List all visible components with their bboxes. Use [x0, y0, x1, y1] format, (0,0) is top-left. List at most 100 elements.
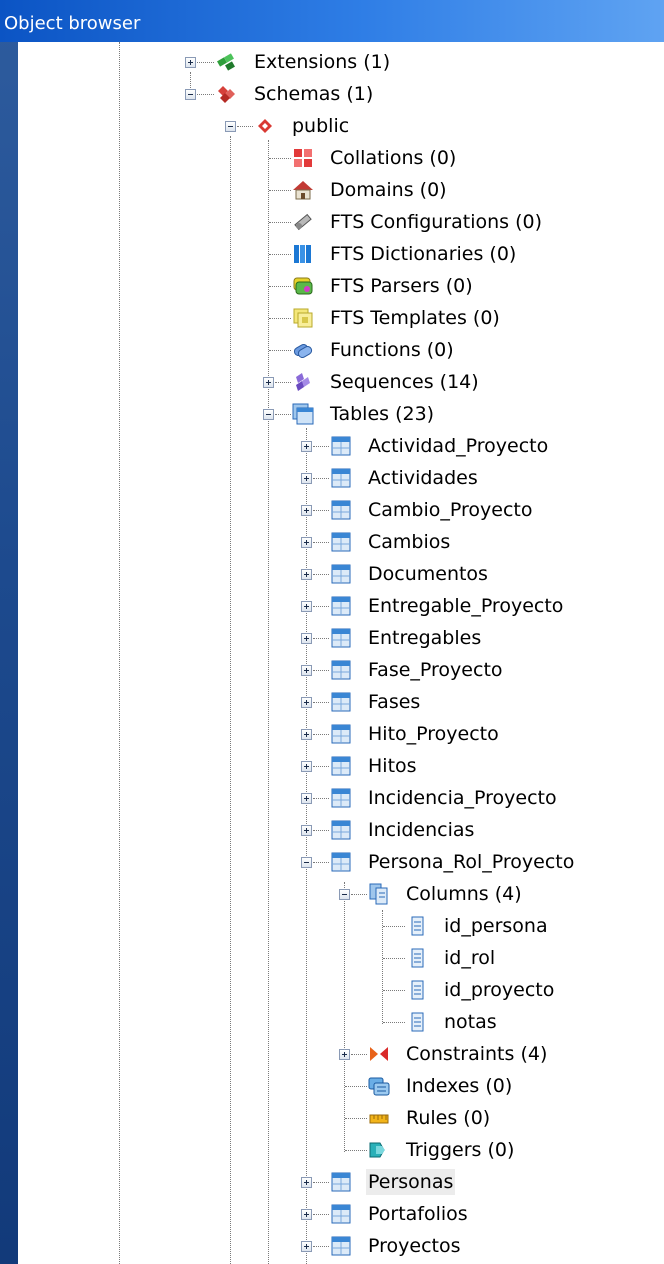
- tree-node-table[interactable]: Entregables: [18, 624, 664, 652]
- tree-node-label: notas: [444, 1011, 497, 1033]
- expand-icon[interactable]: [301, 793, 312, 804]
- tree-node-label: Rules (0): [406, 1107, 491, 1129]
- tree-node-label: Indexes (0): [406, 1075, 513, 1097]
- expand-icon[interactable]: [185, 57, 196, 68]
- tree-node-label: Documentos: [368, 563, 488, 585]
- tree-node-table[interactable]: Fases: [18, 688, 664, 716]
- table-icon: [330, 1203, 352, 1225]
- expand-icon[interactable]: [301, 665, 312, 676]
- tree-node-rules[interactable]: Rules (0): [18, 1104, 664, 1132]
- collapse-icon[interactable]: [301, 857, 312, 868]
- expand-icon[interactable]: [263, 377, 274, 388]
- tree-node-table[interactable]: Actividades: [18, 464, 664, 492]
- expand-icon[interactable]: [301, 697, 312, 708]
- expand-icon[interactable]: [301, 537, 312, 548]
- tree-node-columns[interactable]: Columns (4): [18, 880, 664, 908]
- schema-icon: [254, 115, 276, 137]
- tree-node-label: Cambio_Proyecto: [368, 499, 533, 521]
- tree-node-label: FTS Templates (0): [330, 307, 500, 329]
- tree-node-triggers[interactable]: Triggers (0): [18, 1136, 664, 1164]
- table-icon: [330, 787, 352, 809]
- tree-node-domains[interactable]: Domains (0): [18, 176, 664, 204]
- tree-node-label: id_proyecto: [444, 979, 555, 1001]
- tree-node-table[interactable]: Persona_Rol_Proyecto: [18, 848, 664, 876]
- sequences-icon: [292, 371, 314, 393]
- tree-node-table[interactable]: Hitos: [18, 752, 664, 780]
- tree-node-table[interactable]: Proyectos: [18, 1232, 664, 1260]
- collapse-icon[interactable]: [339, 889, 350, 900]
- tree-node-label: Triggers (0): [406, 1139, 515, 1161]
- expand-icon[interactable]: [301, 1209, 312, 1220]
- expand-icon[interactable]: [301, 473, 312, 484]
- tree-node-table[interactable]: Incidencias: [18, 816, 664, 844]
- tree-node-column[interactable]: notas: [18, 1008, 664, 1036]
- tree-node-column[interactable]: id_persona: [18, 912, 664, 940]
- expand-icon[interactable]: [301, 729, 312, 740]
- expand-icon[interactable]: [301, 569, 312, 580]
- expand-icon[interactable]: [301, 1241, 312, 1252]
- tree-node-table[interactable]: Entregable_Proyecto: [18, 592, 664, 620]
- expand-icon[interactable]: [301, 761, 312, 772]
- tree-node-constraints[interactable]: Constraints (4): [18, 1040, 664, 1068]
- tree-node-table[interactable]: Hito_Proyecto: [18, 720, 664, 748]
- expand-icon[interactable]: [301, 1177, 312, 1188]
- tree-node-table[interactable]: Portafolios: [18, 1200, 664, 1228]
- tables-icon: [292, 403, 314, 425]
- collapse-icon[interactable]: [185, 89, 196, 100]
- expand-icon[interactable]: [301, 441, 312, 452]
- tree-node-label: Tables (23): [330, 403, 435, 425]
- fts-parsers-icon: [292, 275, 314, 297]
- tree-node-public[interactable]: public: [18, 112, 664, 140]
- tree-node-schemas[interactable]: Schemas (1): [18, 80, 664, 108]
- tree-node-table[interactable]: Documentos: [18, 560, 664, 588]
- collapse-icon[interactable]: [225, 121, 236, 132]
- tree-node-label: Hitos: [368, 755, 417, 777]
- expand-icon[interactable]: [301, 601, 312, 612]
- tree-node-label: Sequences (14): [330, 371, 479, 393]
- tree-node-tables[interactable]: Tables (23): [18, 400, 664, 428]
- tree-node-fts-configurations[interactable]: FTS Configurations (0): [18, 208, 664, 236]
- tree-node-label: Domains (0): [330, 179, 447, 201]
- tree-node-fts-parsers[interactable]: FTS Parsers (0): [18, 272, 664, 300]
- tree-node-extensions[interactable]: Extensions (1): [18, 48, 664, 76]
- expand-icon[interactable]: [301, 825, 312, 836]
- tree-node-column[interactable]: id_rol: [18, 944, 664, 972]
- tree-node-label: Personas: [366, 1169, 456, 1195]
- tree-node-label: FTS Dictionaries (0): [330, 243, 517, 265]
- column-icon: [406, 947, 428, 969]
- expand-icon[interactable]: [339, 1049, 350, 1060]
- table-icon: [330, 499, 352, 521]
- tree-node-sequences[interactable]: Sequences (14): [18, 368, 664, 396]
- object-browser-tree[interactable]: Extensions (1) Schemas (1) public Collat…: [18, 42, 664, 1264]
- tree-node-label: Constraints (4): [406, 1043, 548, 1065]
- rules-icon: [368, 1107, 390, 1129]
- expand-icon[interactable]: [301, 633, 312, 644]
- tree-node-label: FTS Parsers (0): [330, 275, 473, 297]
- tree-node-table[interactable]: Incidencia_Proyecto: [18, 784, 664, 812]
- table-icon: [330, 723, 352, 745]
- tree-node-table[interactable]: Fase_Proyecto: [18, 656, 664, 684]
- extensions-icon: [216, 51, 238, 73]
- tree-node-table[interactable]: Actividad_Proyecto: [18, 432, 664, 460]
- table-icon: [330, 659, 352, 681]
- tree-node-column[interactable]: id_proyecto: [18, 976, 664, 1004]
- tree-node-collations[interactable]: Collations (0): [18, 144, 664, 172]
- tree-node-label: Persona_Rol_Proyecto: [368, 851, 575, 873]
- table-icon: [330, 563, 352, 585]
- tree-node-functions[interactable]: Functions (0): [18, 336, 664, 364]
- domains-icon: [292, 179, 314, 201]
- tree-node-fts-templates[interactable]: FTS Templates (0): [18, 304, 664, 332]
- table-icon: [330, 755, 352, 777]
- collapse-icon[interactable]: [263, 409, 274, 420]
- tree-node-table[interactable]: Cambio_Proyecto: [18, 496, 664, 524]
- expand-icon[interactable]: [301, 505, 312, 516]
- tree-node-indexes[interactable]: Indexes (0): [18, 1072, 664, 1100]
- tree-node-fts-dictionaries[interactable]: FTS Dictionaries (0): [18, 240, 664, 268]
- tree-node-label: Cambios: [368, 531, 451, 553]
- tree-node-label: Fases: [368, 691, 421, 713]
- tree-node-label: id_rol: [444, 947, 496, 969]
- tree-node-label: Functions (0): [330, 339, 454, 361]
- tree-node-table[interactable]: Personas: [18, 1168, 664, 1196]
- table-icon: [330, 435, 352, 457]
- tree-node-table[interactable]: Cambios: [18, 528, 664, 556]
